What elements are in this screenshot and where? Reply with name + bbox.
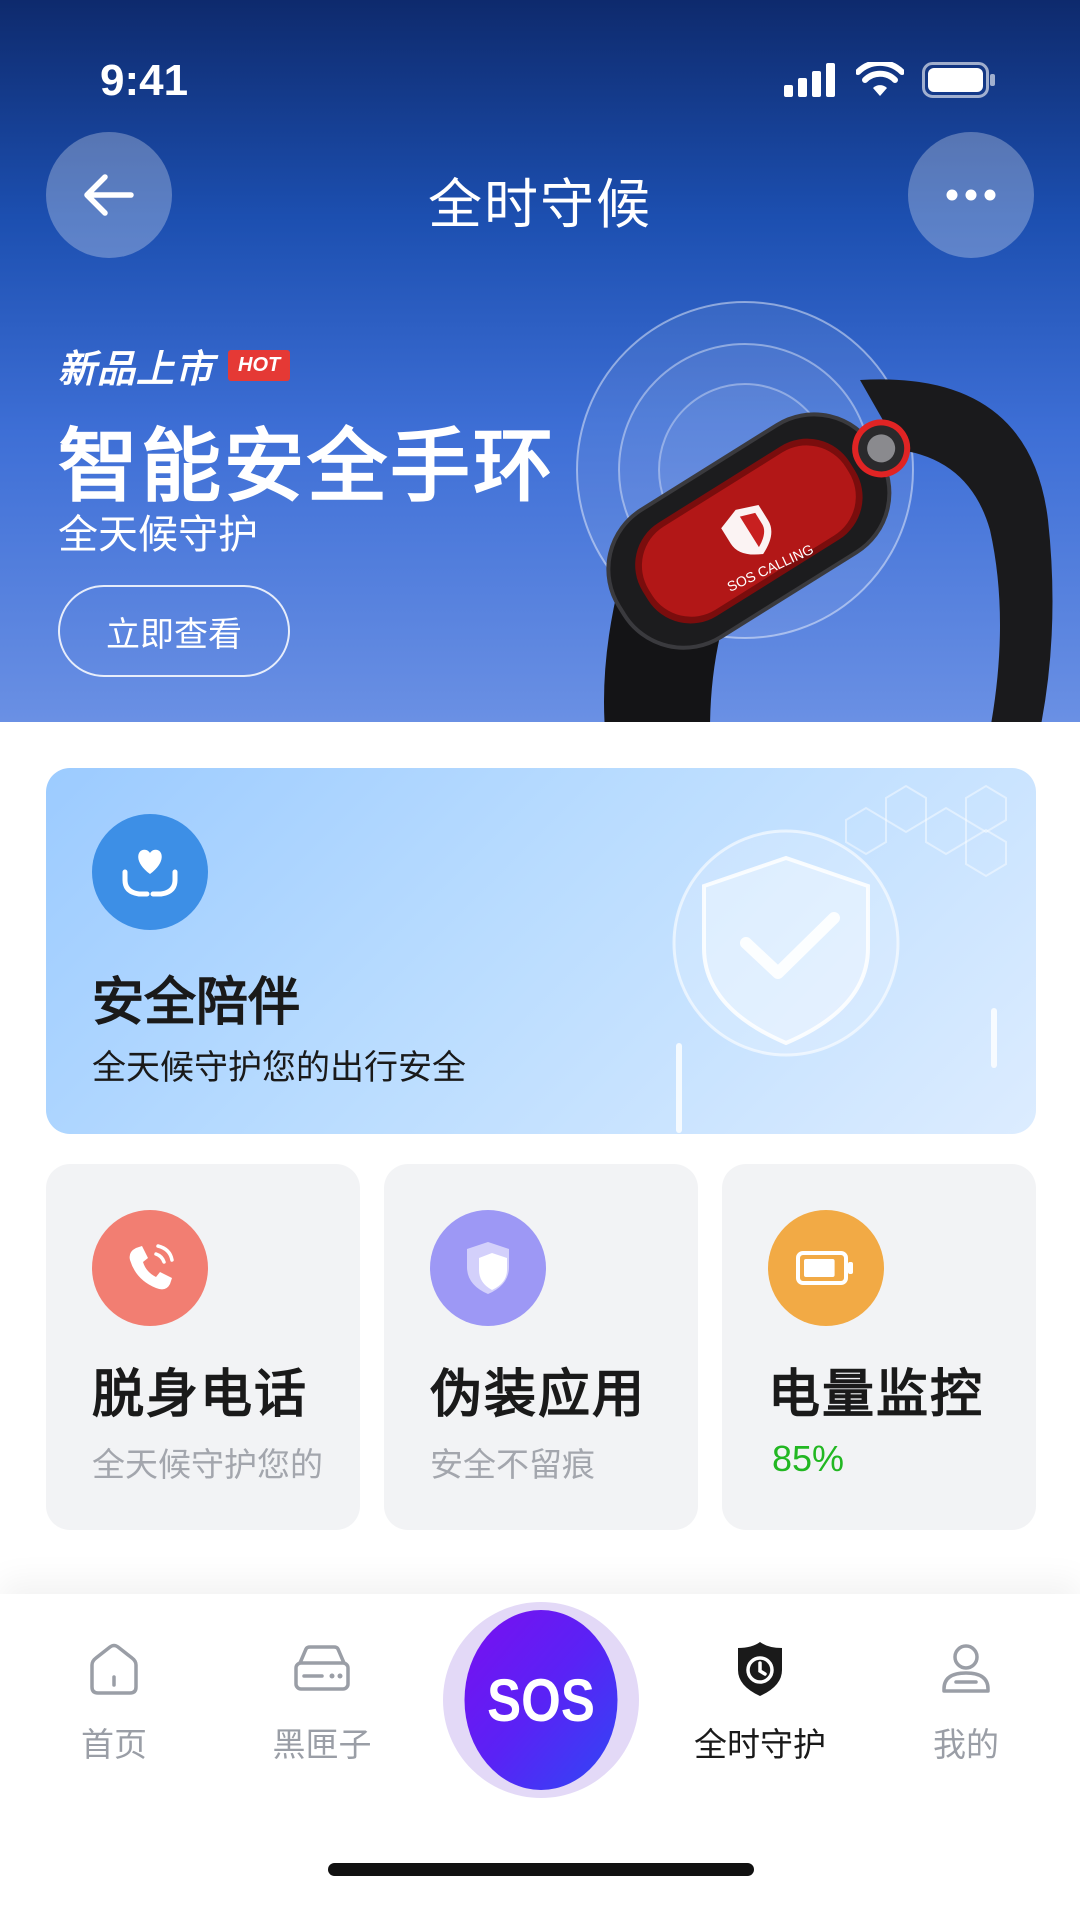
sos-button-label: SOS xyxy=(464,1610,618,1790)
disguise-app-card[interactable]: 伪装应用 安全不留痕 xyxy=(384,1164,698,1530)
battery-monitor-card[interactable]: 电量监控 85% xyxy=(722,1164,1036,1530)
tab-home-label: 首页 xyxy=(81,1725,147,1764)
tab-mine[interactable]: 我的 xyxy=(866,1634,1066,1766)
shield-check-illustration xyxy=(672,784,1007,1133)
escape-call-subtitle: 全天候守护您的 xyxy=(92,1445,323,1484)
battery-status-icon xyxy=(922,62,995,98)
disguise-app-subtitle: 安全不留痕 xyxy=(430,1445,595,1484)
battery-percentage: 85% xyxy=(772,1438,845,1479)
safety-companion-card[interactable]: 安全陪伴 全天候守护您的出行安全 xyxy=(46,768,1036,1134)
more-dots-icon xyxy=(946,189,996,201)
shield-icon xyxy=(430,1210,546,1326)
banner-subtitle: 全天候守护 xyxy=(58,512,258,558)
new-product-badge: 新品上市 HOT xyxy=(58,338,291,393)
hero-banner: 9:41 全时守候 新品上市 HOT 智能安全手环 全天候守护 立即查看 SOS… xyxy=(0,0,1080,722)
view-now-button[interactable]: 立即查看 xyxy=(58,585,290,677)
hot-tag: HOT xyxy=(228,350,291,381)
smart-band-image: SOS CALLING xyxy=(576,301,1053,722)
home-indicator xyxy=(328,1863,754,1876)
tab-full-time-guard-label: 全时守护 xyxy=(694,1725,826,1764)
tab-home[interactable]: 首页 xyxy=(14,1634,214,1766)
battery-monitor-title: 电量监控 xyxy=(768,1365,985,1425)
home-icon xyxy=(90,1643,138,1695)
tab-full-time-guard[interactable]: 全时守护 xyxy=(660,1634,860,1766)
safety-card-title: 安全陪伴 xyxy=(92,973,301,1033)
wifi-icon xyxy=(856,62,904,96)
tab-blackbox-label: 黑匣子 xyxy=(272,1725,372,1764)
escape-call-title: 脱身电话 xyxy=(92,1365,309,1425)
banner-title: 智能安全手环 xyxy=(58,420,556,513)
battery-icon xyxy=(768,1210,884,1326)
cellular-signal-icon xyxy=(784,63,835,97)
phone-icon xyxy=(92,1210,208,1326)
more-button[interactable] xyxy=(908,132,1034,258)
tab-blackbox[interactable]: 黑匣子 xyxy=(222,1634,422,1766)
status-time: 9:41 xyxy=(100,56,189,105)
shield-clock-icon xyxy=(738,1642,782,1696)
tab-mine-label: 我的 xyxy=(933,1725,999,1764)
new-product-label: 新品上市 xyxy=(58,347,215,391)
status-icons xyxy=(784,62,996,98)
battery-level-fill xyxy=(804,1259,835,1277)
safety-card-description: 全天候守护您的出行安全 xyxy=(92,1048,466,1088)
blackbox-icon xyxy=(294,1645,350,1691)
disguise-app-title: 伪装应用 xyxy=(430,1365,647,1425)
sos-button[interactable]: SOS xyxy=(443,1602,639,1798)
heart-hands-icon xyxy=(92,814,208,930)
escape-call-card[interactable]: 脱身电话 全天候守护您的 xyxy=(46,1164,360,1530)
profile-icon xyxy=(942,1644,990,1693)
